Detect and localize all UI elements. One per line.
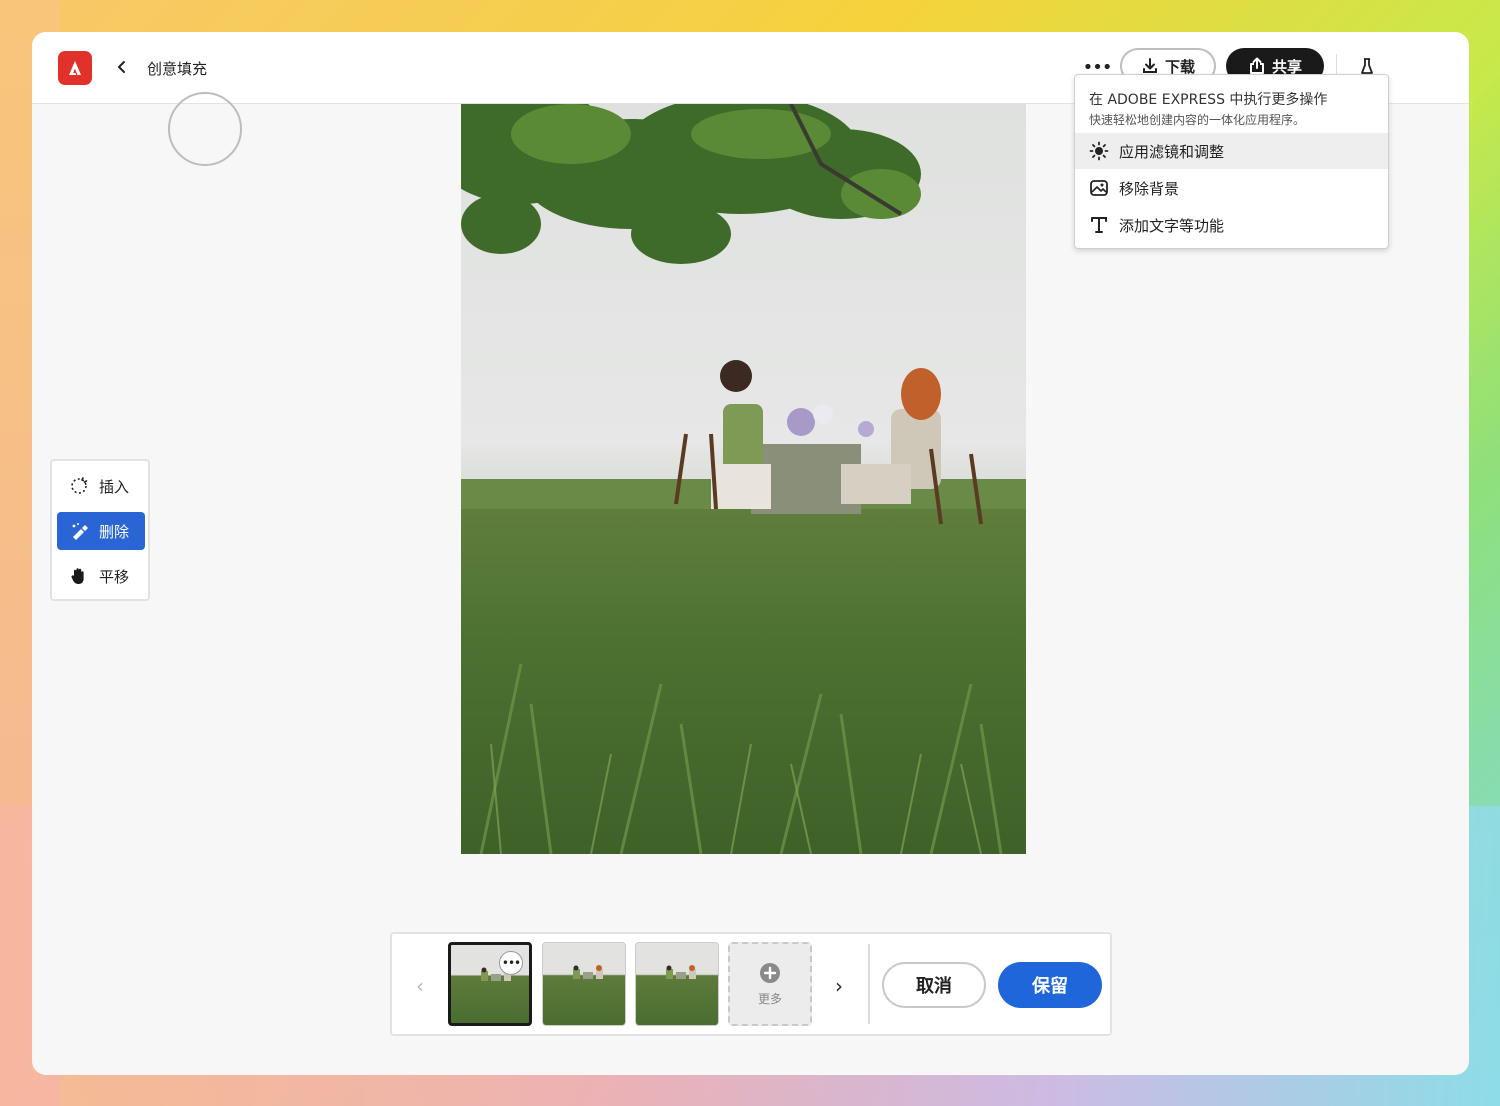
share-icon [1249, 57, 1264, 74]
variation-thumbnail[interactable]: ••• [448, 942, 532, 1026]
tool-label: 平移 [99, 567, 130, 586]
tool-remove[interactable]: 删除 [57, 512, 145, 550]
more-variations-label: 更多 [757, 991, 782, 1006]
tool-label: 删除 [99, 522, 130, 541]
menu-item-label: 移除背景 [1119, 179, 1180, 198]
adobe-express-logo[interactable] [58, 51, 92, 85]
menu-item-apply-filters[interactable]: 应用滤镜和调整 [1075, 133, 1388, 169]
keep-button[interactable]: 保留 [998, 962, 1102, 1008]
text-icon [1089, 215, 1109, 235]
plus-circle-icon [760, 962, 780, 983]
previous-arrow-icon[interactable]: ‹ [410, 974, 430, 998]
menu-item-label: 添加文字等功能 [1119, 216, 1225, 235]
brightness-icon [1089, 141, 1109, 161]
hand-icon [69, 566, 89, 586]
thumbnail-figures [666, 965, 696, 979]
tool-insert[interactable]: 插入 [57, 467, 145, 505]
menu-item-add-text[interactable]: 添加文字等功能 [1075, 207, 1388, 243]
menu-item-label: 应用滤镜和调整 [1119, 142, 1225, 161]
photo-illustration [461, 104, 1026, 854]
back-icon[interactable] [112, 57, 132, 77]
download-icon [1142, 58, 1157, 73]
more-variations-button[interactable]: 更多 [728, 942, 812, 1026]
tool-panel: 插入 删除 平移 [50, 459, 150, 601]
tool-label: 插入 [99, 477, 130, 496]
photo-canvas[interactable] [461, 104, 1026, 854]
menu-item-remove-background[interactable]: 移除背景 [1075, 170, 1388, 206]
variation-thumbnail[interactable] [635, 942, 719, 1026]
adobe-logo-icon [69, 61, 81, 75]
page-title: 创意填充 [147, 60, 208, 78]
dropdown-title: 在 ADOBE EXPRESS 中执行更多操作 [1089, 92, 1328, 108]
next-arrow-icon[interactable]: › [829, 974, 849, 998]
thumbnail-figures [573, 965, 603, 979]
cancel-button[interactable]: 取消 [882, 962, 986, 1008]
brush-cursor [168, 92, 242, 166]
more-actions-dropdown: 在 ADOBE EXPRESS 中执行更多操作 快速轻松地创建内容的一体化应用程… [1074, 74, 1389, 249]
image-remove-bg-icon [1089, 178, 1109, 198]
bar-divider [868, 944, 870, 1024]
variation-thumbnail[interactable] [542, 942, 626, 1026]
app-window: 创意填充 ••• 下载 共享 在 ADOBE EXPRESS 中执行更多操作 快… [32, 32, 1469, 1075]
dropdown-subtitle: 快速轻松地创建内容的一体化应用程序。 [1089, 113, 1306, 127]
thumbnail-options-button[interactable]: ••• [499, 951, 523, 975]
variations-bar: ‹ ••• 更多 › 取消 保留 [390, 932, 1112, 1036]
insert-icon [69, 476, 89, 496]
tool-pan[interactable]: 平移 [57, 557, 145, 595]
remove-icon [69, 521, 89, 541]
